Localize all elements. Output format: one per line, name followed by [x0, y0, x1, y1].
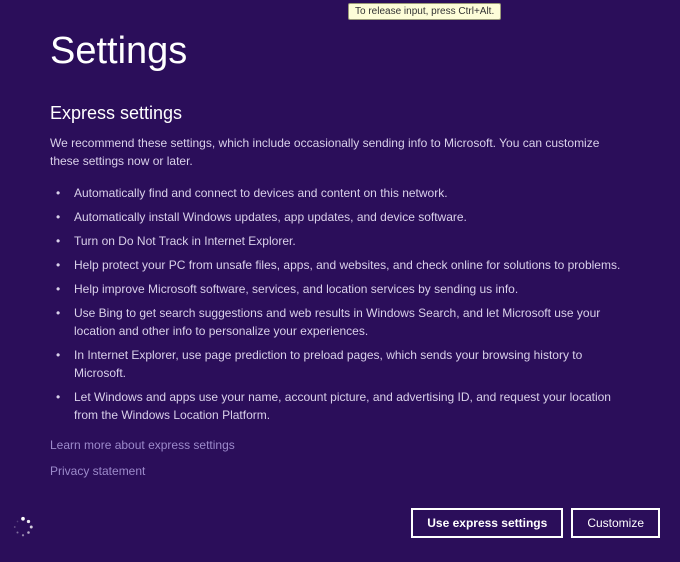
list-item: Automatically install Windows updates, a… — [50, 208, 630, 226]
customize-button[interactable]: Customize — [571, 508, 660, 538]
privacy-statement-link[interactable]: Privacy statement — [50, 464, 235, 478]
footer-links: Learn more about express settings Privac… — [50, 438, 235, 490]
settings-panel: Settings Express settings We recommend t… — [0, 0, 680, 424]
busy-icon — [12, 516, 34, 538]
page-title: Settings — [50, 30, 630, 73]
list-item: Automatically find and connect to device… — [50, 184, 630, 202]
list-item: Let Windows and apps use your name, acco… — [50, 388, 630, 424]
use-express-settings-button[interactable]: Use express settings — [411, 508, 563, 538]
list-item: Help improve Microsoft software, service… — [50, 280, 630, 298]
list-item: In Internet Explorer, use page predictio… — [50, 346, 630, 382]
settings-bullet-list: Automatically find and connect to device… — [50, 184, 630, 424]
learn-more-link[interactable]: Learn more about express settings — [50, 438, 235, 452]
list-item: Use Bing to get search suggestions and w… — [50, 304, 630, 340]
list-item: Help protect your PC from unsafe files, … — [50, 256, 630, 274]
section-subtitle: Express settings — [50, 103, 630, 124]
button-row: Use express settings Customize — [411, 508, 660, 538]
vm-input-tooltip: To release input, press Ctrl+Alt. — [348, 3, 501, 20]
list-item: Turn on Do Not Track in Internet Explore… — [50, 232, 630, 250]
section-intro: We recommend these settings, which inclu… — [50, 134, 630, 170]
